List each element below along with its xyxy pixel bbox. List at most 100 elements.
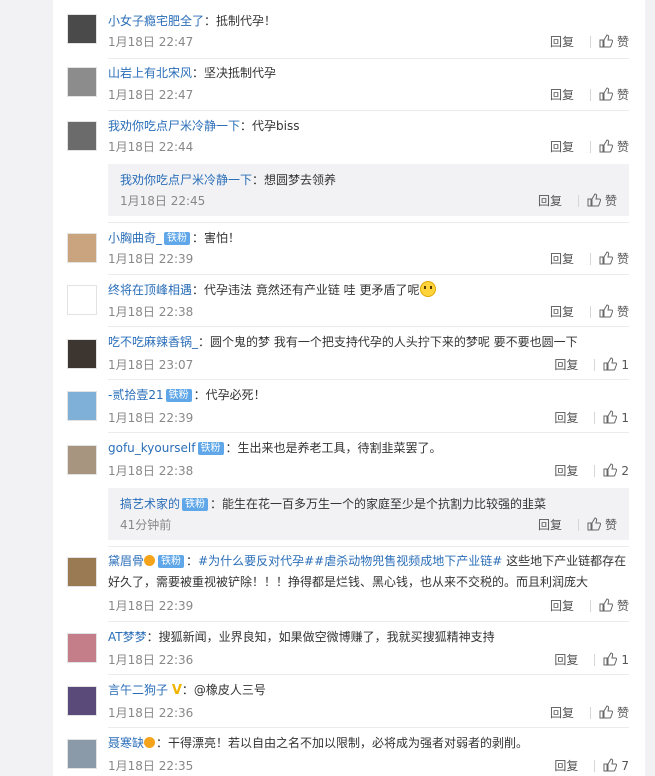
like-count: 7: [621, 759, 629, 773]
reply-button[interactable]: 回复: [550, 35, 574, 49]
username[interactable]: 言午二狗子: [108, 683, 168, 697]
avatar[interactable]: [67, 739, 97, 769]
reply-text: ：想圆梦去领养: [252, 173, 337, 187]
divider: [594, 465, 596, 477]
username[interactable]: 搞艺术家的: [120, 497, 180, 511]
verified-v-icon: V: [171, 683, 182, 698]
like-button[interactable]: 2: [603, 462, 629, 480]
comment-meta: 1月18日 22:38 回复 2: [108, 462, 629, 480]
avatar[interactable]: [67, 557, 97, 587]
reply-button[interactable]: 回复: [550, 140, 574, 154]
reply-button[interactable]: 回复: [554, 464, 578, 478]
divider: [589, 707, 591, 719]
username[interactable]: 山岩上有北宋风: [108, 66, 192, 80]
reply-button[interactable]: 回复: [550, 305, 574, 319]
reply-button[interactable]: 回复: [550, 88, 574, 102]
divider: [108, 674, 629, 675]
smile-emoji-icon: [420, 281, 437, 297]
avatar[interactable]: [67, 121, 97, 151]
comment-meta: 1月18日 22:36 回复 赞: [108, 704, 629, 722]
timestamp: 1月18日 22:39: [108, 411, 194, 425]
like-button[interactable]: 赞: [599, 250, 629, 268]
comment-content: gofu_kyourself 铁粉 ：生出来也是养老工具，待割韭菜罢了。: [108, 439, 629, 457]
username[interactable]: gofu_kyourself: [108, 441, 196, 455]
reply-button[interactable]: 回复: [538, 518, 562, 532]
like-button[interactable]: 1: [603, 651, 629, 669]
thumbs-up-icon: [599, 705, 613, 719]
username[interactable]: -贰拾壹21: [108, 388, 164, 402]
comment-actions: 回复 赞: [550, 303, 629, 321]
like-button[interactable]: 赞: [587, 192, 617, 210]
divider: [108, 222, 629, 223]
username[interactable]: 小女子瘾宅肥全了: [108, 14, 204, 28]
avatar[interactable]: [67, 14, 97, 44]
comment-meta: 1月18日 22:39 回复 赞: [108, 597, 629, 615]
avatar[interactable]: [67, 233, 97, 263]
reply-button[interactable]: 回复: [554, 653, 578, 667]
like-count: 赞: [616, 706, 629, 720]
timestamp: 1月18日 22:38: [108, 464, 194, 478]
reply-actions: 回复 赞: [538, 516, 617, 534]
avatar[interactable]: [67, 686, 97, 716]
username[interactable]: 聂寒缺: [108, 736, 144, 750]
comment-actions: 回复 赞: [550, 597, 629, 615]
reply-button[interactable]: 回复: [550, 252, 574, 266]
fan-badge: 铁粉: [164, 232, 191, 245]
fan-badge: 铁粉: [197, 442, 224, 455]
like-button[interactable]: 赞: [587, 516, 617, 534]
reply-button[interactable]: 回复: [538, 194, 562, 208]
like-count: 赞: [616, 140, 629, 154]
comment-meta: 1月18日 22:39 回复 1: [108, 409, 629, 427]
like-count: 赞: [604, 194, 617, 208]
like-button[interactable]: 1: [603, 356, 629, 374]
username[interactable]: 小胸曲奇_: [108, 231, 162, 245]
username[interactable]: 终将在顶峰相遇: [108, 283, 192, 297]
username[interactable]: AT梦梦: [108, 630, 147, 644]
like-button[interactable]: 赞: [599, 303, 629, 321]
reply-button[interactable]: 回复: [550, 706, 574, 720]
like-button[interactable]: 1: [603, 409, 629, 427]
comment-actions: 回复 赞: [550, 86, 629, 104]
like-count: 赞: [604, 518, 617, 532]
divider: [594, 359, 596, 371]
timestamp: 1月18日 22:39: [108, 599, 194, 613]
username[interactable]: 吃不吃麻辣香锅_: [108, 335, 198, 349]
like-button[interactable]: 7: [603, 757, 629, 775]
like-button[interactable]: 赞: [599, 597, 629, 615]
like-button[interactable]: 赞: [599, 33, 629, 51]
username[interactable]: 黛眉骨: [108, 554, 144, 568]
divider: [108, 326, 629, 327]
comment-panel: 小女子瘾宅肥全了：抵制代孕！ 1月18日 22:47 回复赞 山岩上有北宋风：坚…: [53, 0, 645, 776]
avatar[interactable]: [67, 285, 97, 315]
reply-button[interactable]: 回复: [554, 411, 578, 425]
avatar[interactable]: [67, 67, 97, 97]
username[interactable]: 我劝你吃点尸米冷静一下: [120, 173, 252, 187]
comment-text: ：害怕！: [192, 231, 241, 245]
reply-actions: 回复 赞: [538, 192, 617, 210]
avatar[interactable]: [67, 633, 97, 663]
timestamp: 1月18日 22:38: [108, 305, 194, 319]
comment-text: ：圆个鬼的梦 我有一个把支持代孕的人头拧下来的梦呢 要不要也圆一下: [198, 335, 578, 349]
reply-button[interactable]: 回复: [554, 358, 578, 372]
timestamp: 1月18日 22:35: [108, 759, 194, 773]
comment-actions: 回复 赞: [550, 138, 629, 156]
reply-box: 我劝你吃点尸米冷静一下：想圆梦去领养 1月18日 22:45 回复 赞: [108, 164, 629, 216]
comment-actions: 回复 赞: [550, 704, 629, 722]
reply-content: 搞艺术家的 铁粉 ：能生在花一百多万生一个的家庭至少是个抗割力比较强的韭菜: [120, 495, 617, 513]
avatar[interactable]: [67, 391, 97, 421]
username[interactable]: 我劝你吃点尸米冷静一下: [108, 119, 240, 133]
avatar[interactable]: [67, 445, 97, 475]
divider: [589, 141, 591, 153]
timestamp: 41分钟前: [120, 518, 172, 532]
divider: [594, 654, 596, 666]
like-button[interactable]: 赞: [599, 86, 629, 104]
reply-button[interactable]: 回复: [550, 599, 574, 613]
comment-text: ：搜狐新闻，业界良知，如果做空微博赚了，我就买搜狐精神支持: [146, 630, 495, 644]
thumbs-up-icon: [603, 357, 618, 371]
avatar[interactable]: [67, 339, 97, 369]
hashtag-link[interactable]: #为什么要反对代孕#: [198, 554, 314, 568]
like-button[interactable]: 赞: [599, 138, 629, 156]
reply-button[interactable]: 回复: [554, 759, 578, 773]
hashtag-link[interactable]: #虐杀动物兜售视频成地下产业链#: [314, 554, 502, 568]
like-button[interactable]: 赞: [599, 704, 629, 722]
